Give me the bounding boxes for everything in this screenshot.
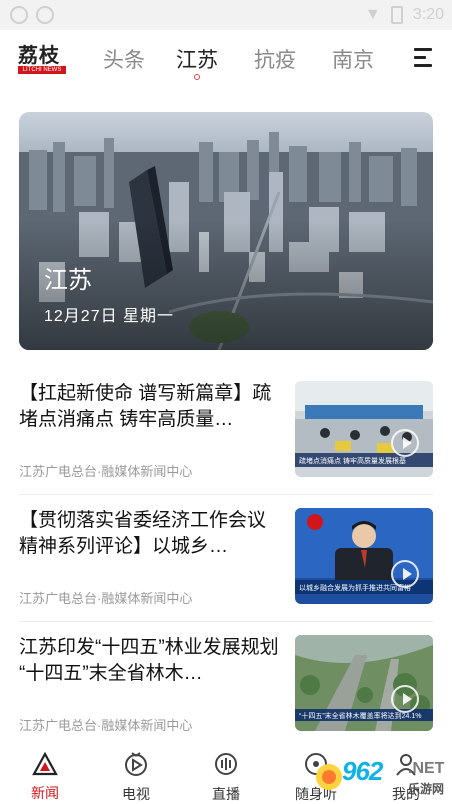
live-tab-icon xyxy=(215,753,237,775)
news-title: 【扛起新使命 谱写新篇章】疏堵点消痛点 铸牢高质量… xyxy=(19,383,272,430)
play-icon xyxy=(391,560,419,588)
bottom-tab-tv[interactable]: 电视 xyxy=(106,748,166,804)
divider xyxy=(19,621,433,622)
news-thumbnail: “十四五”末全省林木覆盖率将达到24.1% xyxy=(295,635,433,731)
bottom-tab-label: 新闻 xyxy=(31,785,59,801)
wifi-icon: ▼ xyxy=(365,6,381,23)
hero-title: 江苏 xyxy=(44,267,92,294)
watermark-site-name: 乐游网 xyxy=(408,782,445,796)
news-source: 江苏广电总台·融媒体新闻中心 xyxy=(19,591,193,606)
news-thumbnail: 以城乡融合发展为抓手推进共同富裕 xyxy=(295,508,433,604)
hero-banner[interactable]: 江苏 12月27日 星期一 xyxy=(19,112,433,350)
play-icon xyxy=(391,685,419,713)
tab-overflow-fade xyxy=(380,40,408,78)
news-tab-icon xyxy=(32,751,58,776)
news-anchor-image: 以城乡融合发展为抓手推进共同富裕 xyxy=(295,508,433,604)
watermark-logo-icon xyxy=(316,764,342,790)
thumb-caption: 以城乡融合发展为抓手推进共同富裕 xyxy=(299,583,411,592)
thumb-caption: 疏堵点消痛点 铸牢高质量发展根基 xyxy=(299,456,406,465)
news-title: 江苏印发“十四五”林业发展规划 “十四五”末全省林木… xyxy=(19,637,279,684)
news-thumbnail: 疏堵点消痛点 铸牢高质量发展根基 xyxy=(295,381,433,477)
hero-date: 12月27日 星期一 xyxy=(44,308,175,325)
forest-road-image: “十四五”末全省林木覆盖率将达到24.1% xyxy=(295,635,433,731)
logo-subtext: LITCHI NEWS xyxy=(18,66,66,74)
tab-anti-epidemic[interactable]: 抗疫 xyxy=(254,44,296,74)
play-icon xyxy=(391,429,419,457)
tab-headlines[interactable]: 头条 xyxy=(103,44,145,74)
news-title: 【贯彻落实省委经济工作会议精神系列评论】以城乡… xyxy=(19,510,267,557)
news-source: 江苏广电总台·融媒体新闻中心 xyxy=(19,718,193,733)
bottom-tab-live[interactable]: 直播 xyxy=(196,748,256,804)
tab-nanjing[interactable]: 南京 xyxy=(332,44,374,74)
service-hall-image: 疏堵点消痛点 铸牢高质量发展根基 xyxy=(295,381,433,477)
status-bar: ▼ 3:20 xyxy=(0,0,452,30)
notification-icon xyxy=(36,6,54,24)
news-item[interactable]: 【扛起新使命 谱写新篇章】疏堵点消痛点 铸牢高质量… 江苏广电总台·融媒体新闻中… xyxy=(19,381,433,507)
bottom-tab-label: 电视 xyxy=(122,786,150,802)
watermark-number: 962 xyxy=(342,756,383,786)
news-source: 江苏广电总台·融媒体新闻中心 xyxy=(19,464,193,479)
menu-icon[interactable] xyxy=(414,48,436,70)
battery-icon xyxy=(390,6,403,24)
divider xyxy=(19,494,433,495)
clock: 3:20 xyxy=(412,6,444,23)
bottom-tab-news[interactable]: 新闻 xyxy=(15,748,75,803)
logo-text: 荔枝 xyxy=(18,43,60,67)
active-tab-indicator xyxy=(194,74,200,80)
litchi-logo[interactable]: 荔枝 LITCHI NEWS xyxy=(18,44,68,78)
notification-icon xyxy=(10,6,28,24)
tab-jiangsu[interactable]: 江苏 xyxy=(176,44,218,80)
bottom-tab-label: 直播 xyxy=(212,786,240,802)
watermark-net: .NET xyxy=(408,760,445,777)
site-watermark: 962 .NET 乐游网 xyxy=(312,754,452,803)
news-item[interactable]: 江苏印发“十四五”林业发展规划 “十四五”末全省林木… 江苏广电总台·融媒体新闻… xyxy=(19,635,433,761)
tab-label: 江苏 xyxy=(176,49,218,72)
news-item[interactable]: 【贯彻落实省委经济工作会议精神系列评论】以城乡… 江苏广电总台·融媒体新闻中心 … xyxy=(19,508,433,634)
tv-tab-icon xyxy=(125,752,147,776)
